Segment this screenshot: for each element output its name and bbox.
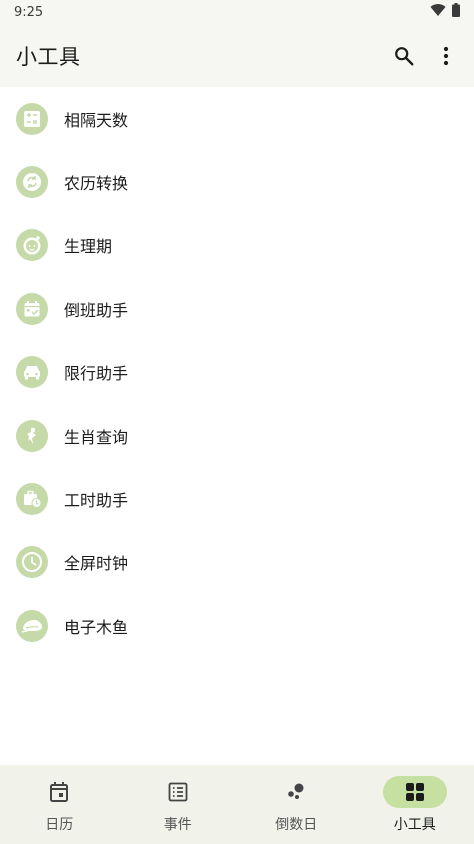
more-options-button[interactable]	[434, 44, 458, 68]
page-title: 小工具	[16, 44, 81, 69]
tool-label: 生理期	[64, 237, 113, 257]
grid-icon	[405, 783, 424, 801]
status-icons	[430, 3, 460, 21]
nav-item-calendar[interactable]: 日历	[0, 765, 119, 844]
nav-label: 倒数日	[275, 817, 318, 833]
bubbles-icon	[288, 783, 304, 799]
tool-item-wooden-fish[interactable]: 电子木鱼	[0, 594, 474, 657]
convert-icon	[16, 166, 48, 199]
status-time: 9:25	[14, 4, 44, 20]
tool-label: 全屏时钟	[64, 554, 129, 574]
tool-item-work-hours[interactable]: 工时助手	[0, 467, 474, 530]
wifi-icon	[430, 3, 446, 21]
tool-item-period[interactable]: 生理期	[0, 214, 474, 277]
wooden-fish-icon	[16, 609, 48, 642]
tool-item-traffic-limit[interactable]: 限行助手	[0, 341, 474, 404]
nav-label: 日历	[45, 817, 74, 833]
list-icon	[168, 782, 188, 802]
tool-label: 生肖查询	[64, 427, 129, 447]
tool-item-fullscreen-clock[interactable]: 全屏时钟	[0, 531, 474, 594]
work-clock-icon	[16, 483, 48, 516]
search-button[interactable]	[392, 44, 416, 68]
tool-label: 农历转换	[64, 174, 129, 194]
car-icon	[16, 356, 48, 389]
tool-item-zodiac[interactable]: 生肖查询	[0, 404, 474, 467]
nav-item-events[interactable]: 事件	[119, 765, 238, 844]
tool-item-days-between[interactable]: 相隔天数	[0, 87, 474, 150]
zodiac-icon	[16, 419, 48, 452]
app-bar: 小工具	[0, 24, 474, 87]
calendar-icon	[50, 782, 69, 802]
tool-label: 工时助手	[64, 491, 129, 511]
more-vert-icon	[443, 46, 449, 65]
baby-face-icon	[16, 229, 48, 262]
nav-item-countdown[interactable]: 倒数日	[237, 765, 356, 844]
tool-label: 电子木鱼	[64, 617, 129, 637]
bottom-nav: 日历 事件 倒数日 小工具	[0, 765, 474, 844]
clock-icon	[16, 546, 48, 579]
calendar-check-icon	[16, 292, 48, 325]
search-icon	[395, 46, 414, 65]
nav-item-tools[interactable]: 小工具	[356, 765, 474, 844]
nav-label: 事件	[163, 817, 192, 833]
tool-item-shift-helper[interactable]: 倒班助手	[0, 277, 474, 340]
battery-icon	[452, 3, 460, 21]
tool-label: 限行助手	[64, 364, 129, 384]
tool-item-lunar-convert[interactable]: 农历转换	[0, 150, 474, 213]
status-bar: 9:25	[0, 0, 474, 24]
tool-label: 相隔天数	[64, 110, 129, 130]
calculator-icon	[16, 102, 48, 135]
tool-list: 相隔天数 农历转换 生理期 倒班助手 限行助手 生肖查询 工时助手 全屏时钟 电…	[0, 87, 474, 658]
tool-label: 倒班助手	[64, 300, 129, 320]
nav-label: 小工具	[393, 817, 436, 833]
